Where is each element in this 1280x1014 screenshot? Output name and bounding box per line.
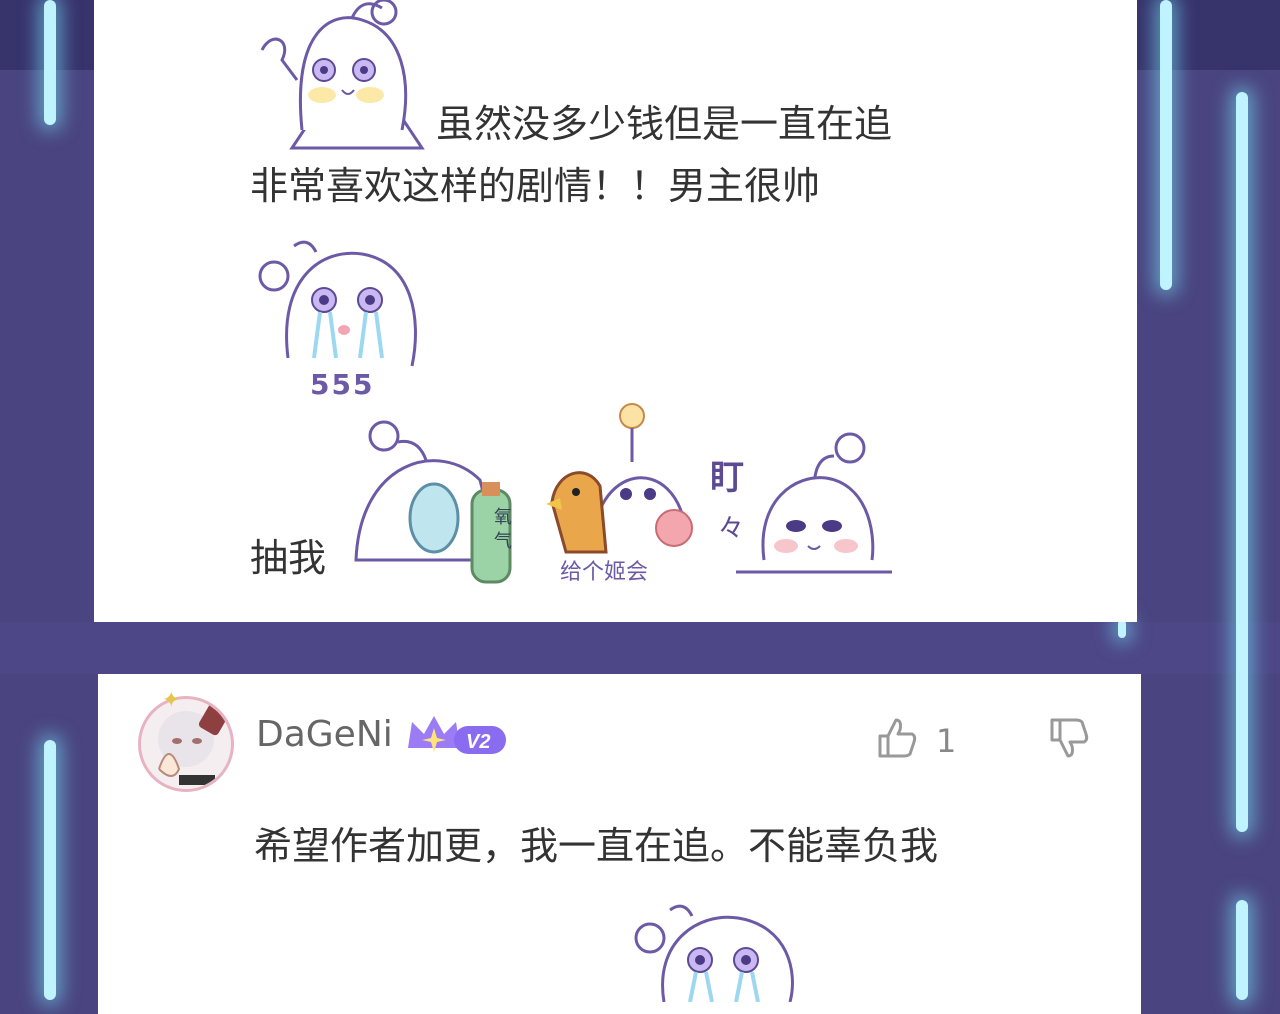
ghost-sticker-stare: [736, 432, 892, 574]
ghost-sticker-sign: [260, 0, 425, 150]
neon-light: [1118, 620, 1126, 638]
level-badge-text: V2: [466, 731, 490, 753]
comment-text-line-1: 虽然没多少钱但是一直在追: [436, 102, 893, 146]
sticker-caption-555: 555: [310, 368, 375, 401]
thumbs-down-icon[interactable]: [1048, 716, 1090, 760]
ghost-sticker-chicken: [546, 403, 693, 554]
vip-level-badge: V2: [408, 716, 506, 754]
comment-card: 虽然没多少钱但是一直在追 非常喜欢这样的剧情！！男主很帅 555 抽我 氧气 给…: [94, 0, 1137, 622]
comment-text: 希望作者加更，我一直在追。不能辜负我: [254, 824, 939, 868]
neon-light: [44, 0, 56, 125]
sticker-caption-oxygen: 氧气: [494, 507, 512, 552]
background-band-mid: [0, 622, 1280, 674]
ghost-sticker-crying: [634, 904, 794, 1002]
avatar[interactable]: [138, 696, 234, 792]
comment-header: ✦ DaGeNi V2 1: [98, 674, 1141, 804]
comment-tail-text: 抽我: [250, 536, 327, 580]
comment-card: ✦ DaGeNi V2 1 希望作者加更，我一直在追。不能辜负我: [98, 674, 1141, 1014]
comment-text-line-2: 非常喜欢这样的剧情！！男主很帅: [250, 164, 821, 208]
username[interactable]: DaGeNi: [256, 714, 393, 755]
like-count: 1: [936, 722, 957, 760]
neon-light: [1236, 92, 1248, 832]
ghost-sticker-oxygen: [354, 420, 512, 584]
neon-light: [1160, 0, 1172, 290]
avatar-image: [158, 702, 230, 785]
thumbs-up-icon[interactable]: [876, 716, 918, 760]
neon-light: [1236, 900, 1248, 1000]
neon-light: [44, 740, 56, 1000]
sticker-caption-chicken: 给个姬会: [560, 560, 649, 585]
star-sparkle-icon: ✦: [162, 688, 181, 713]
